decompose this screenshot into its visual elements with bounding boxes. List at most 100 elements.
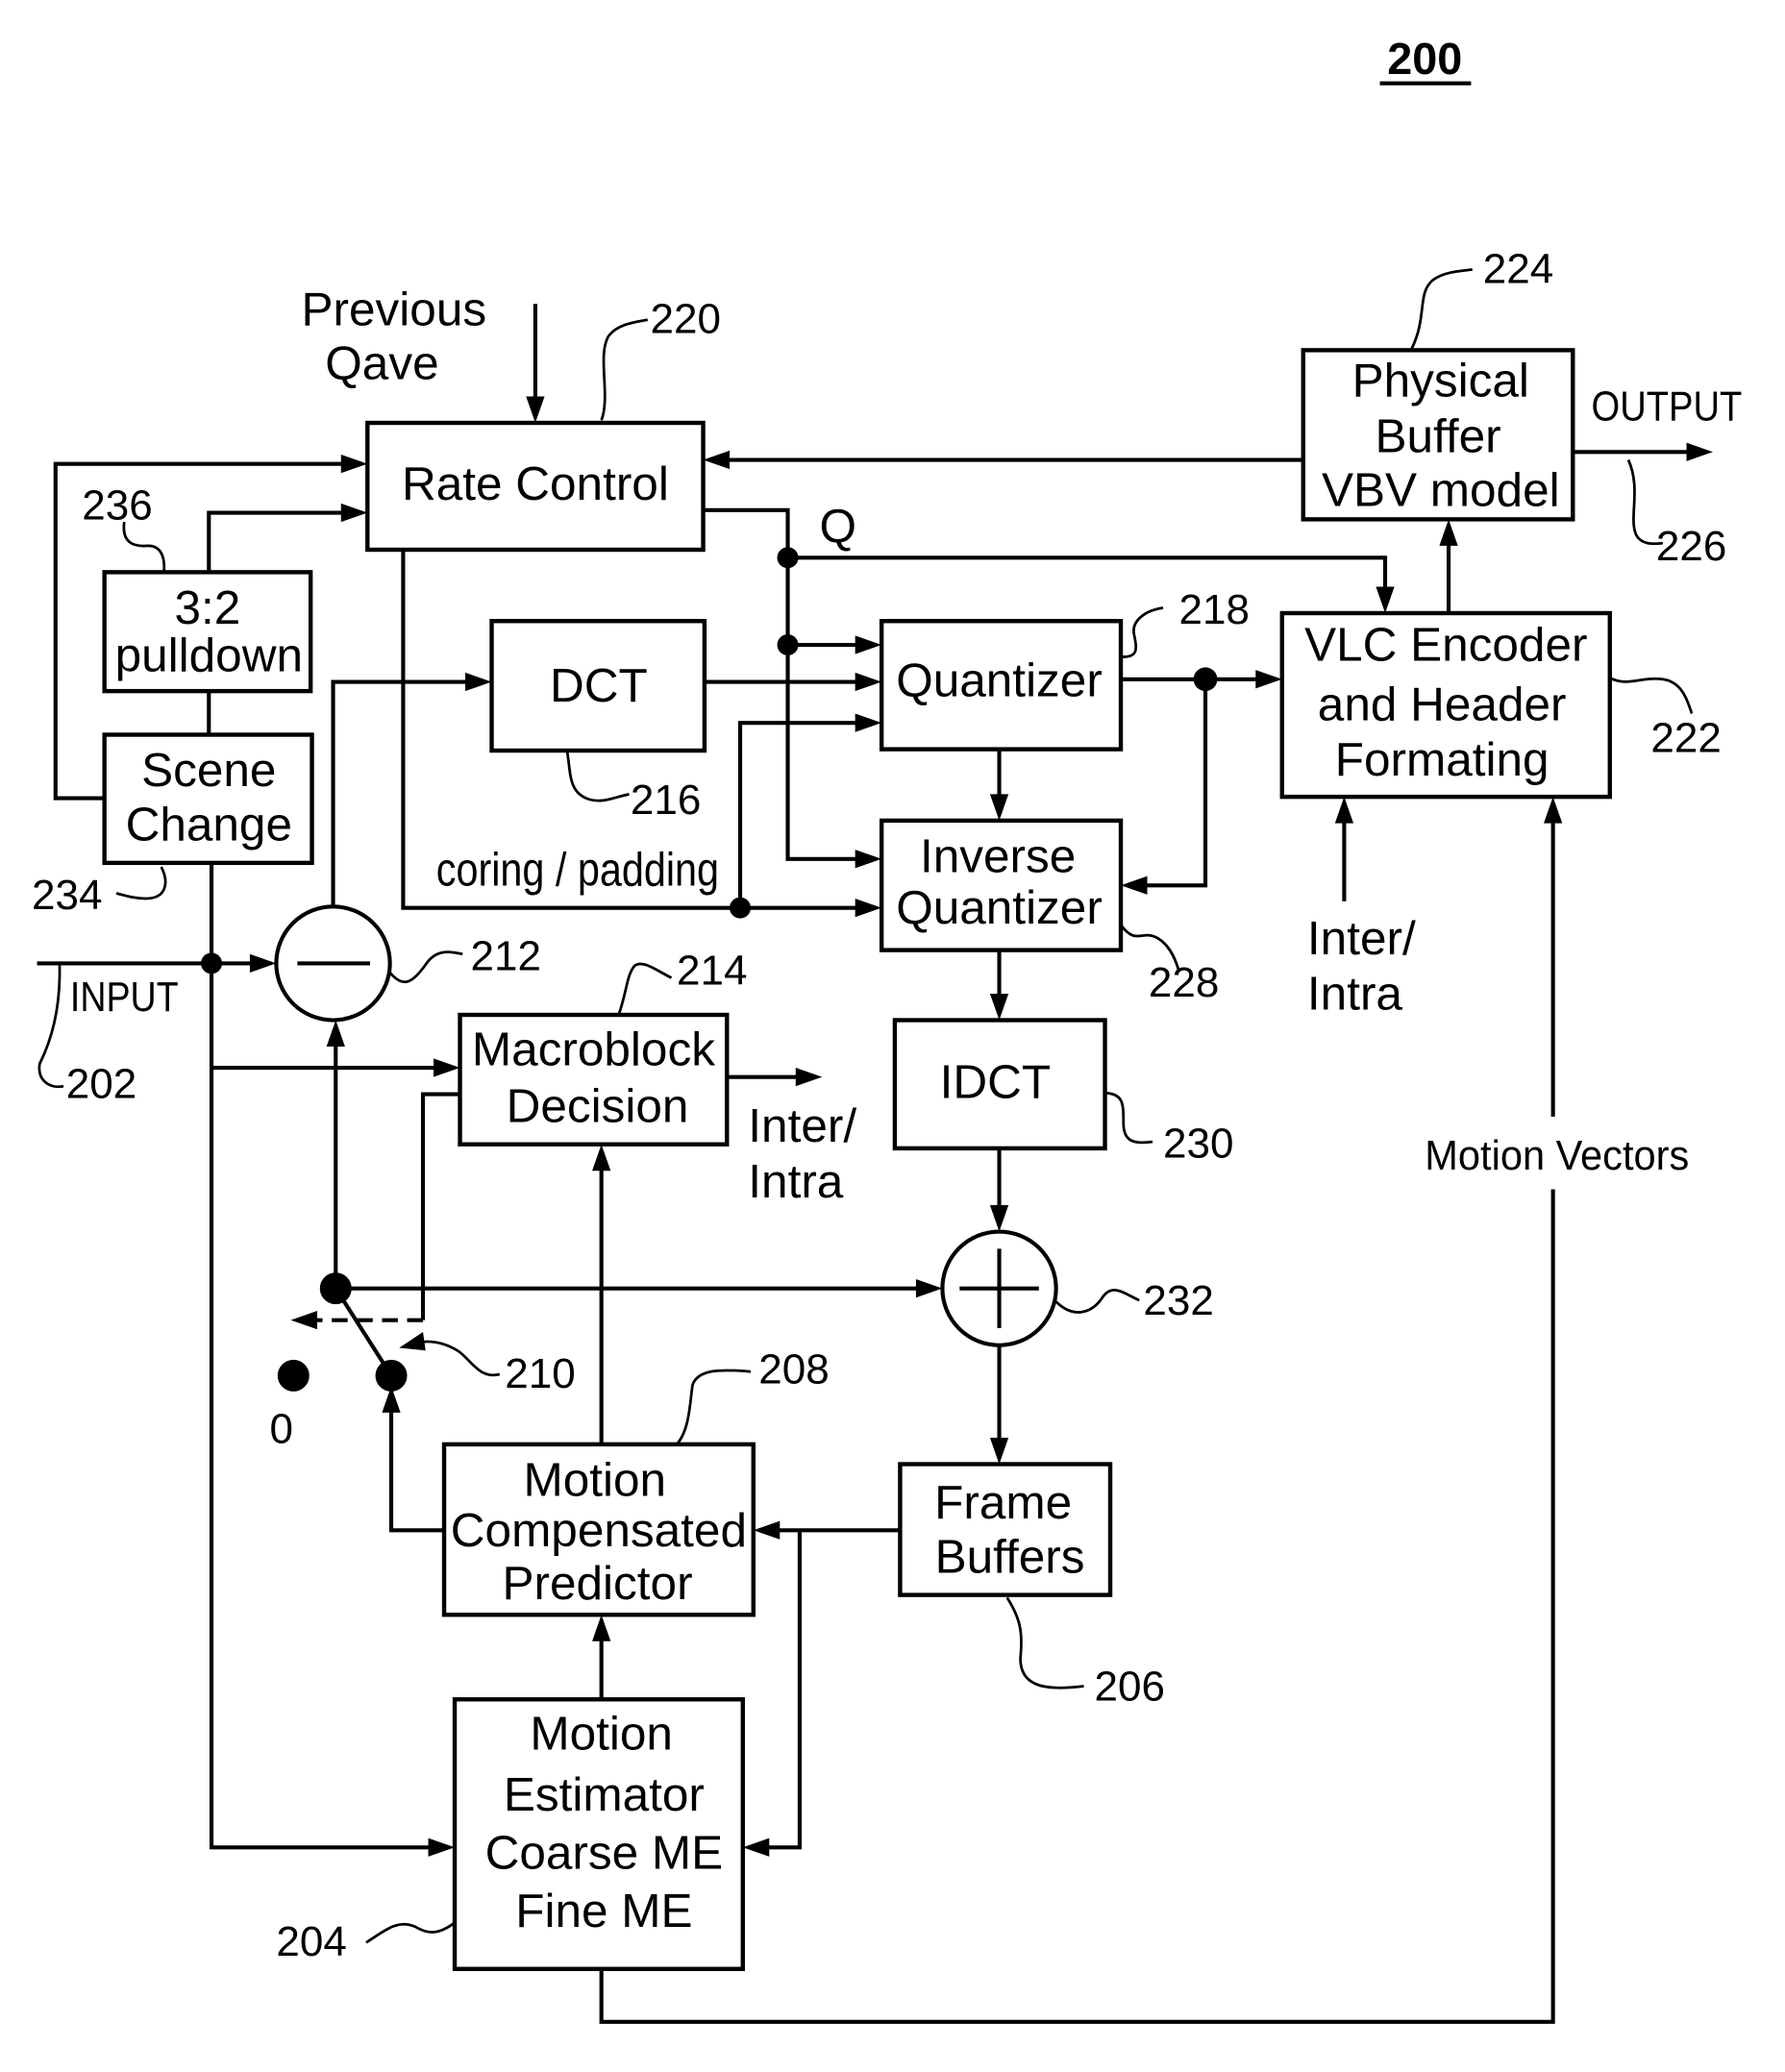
encoder-block-diagram: 200 Rate Control Physical Buffer VBV mod… xyxy=(32,34,1742,2024)
ref-220: 220 xyxy=(651,296,721,343)
mcp-to-switch-line xyxy=(388,1400,445,1533)
leader-222 xyxy=(1609,677,1694,714)
leader-202 xyxy=(37,963,64,1089)
frame-buffers-label-line1: Frame xyxy=(934,1476,1072,1529)
leader-212 xyxy=(388,950,463,984)
ref-206: 206 xyxy=(1095,1664,1165,1711)
pulldown-block: 3:2 pulldown xyxy=(102,570,313,694)
physical-buffer-label-line2: Buffer xyxy=(1375,409,1500,462)
leader-236 xyxy=(122,521,166,573)
arrowhead xyxy=(1439,519,1458,546)
q-label: Q xyxy=(820,500,857,553)
arrowhead xyxy=(855,672,882,692)
vlc-encoder-label-line2: and Header xyxy=(1318,678,1567,730)
junction-dot xyxy=(777,634,799,655)
junction-dot xyxy=(1193,667,1218,692)
dct-label: DCT xyxy=(550,659,648,712)
arrowhead xyxy=(855,635,882,654)
physical-buffer-block: Physical Buffer VBV model xyxy=(1301,348,1575,522)
ref-230: 230 xyxy=(1163,1121,1233,1168)
q-to-vlc-line xyxy=(787,555,1388,595)
arrowhead xyxy=(989,794,1009,821)
ref-208: 208 xyxy=(758,1346,829,1394)
arrowhead xyxy=(340,455,368,474)
vlc-inter-intra-label-line1: Inter/ xyxy=(1307,912,1416,965)
arrowhead xyxy=(290,1311,318,1330)
inverse-quantizer-label-line1: Inverse xyxy=(920,830,1076,883)
switch-pivot-dot xyxy=(319,1272,352,1305)
ref-210: 210 xyxy=(505,1350,575,1397)
motion-compensated-predictor-block: Motion Compensated Predictor xyxy=(441,1442,756,1617)
arrowhead xyxy=(1334,797,1354,824)
adder xyxy=(940,1229,1058,1347)
macroblock-decision-label-line1: Macroblock xyxy=(472,1023,715,1075)
leader-224 xyxy=(1410,268,1473,350)
arrowhead xyxy=(1686,442,1714,461)
arrowhead xyxy=(465,672,492,692)
leader-218 xyxy=(1120,606,1164,658)
ref-204: 204 xyxy=(276,1918,346,1965)
pulldown-label-line2: pulldown xyxy=(115,629,303,682)
figure-number: 200 xyxy=(1387,34,1462,84)
arrowhead xyxy=(249,953,277,973)
mb-inter-intra-label-line1: Inter/ xyxy=(748,1099,856,1152)
mcp-label-line2: Compensated xyxy=(451,1504,747,1557)
ref-202: 202 xyxy=(66,1061,136,1108)
vlc-inter-intra-label-line2: Intra xyxy=(1307,968,1403,1021)
subtractor xyxy=(274,904,392,1023)
arrowhead xyxy=(703,450,731,470)
leader-234 xyxy=(115,866,167,900)
leader-208 xyxy=(675,1369,752,1445)
mb-inter-intra-label-line2: Intra xyxy=(748,1155,844,1208)
arrowhead xyxy=(855,850,882,869)
quantizer-block: Quantizer xyxy=(879,619,1124,752)
arrowhead xyxy=(592,1144,611,1172)
mb-control-line xyxy=(420,1092,460,1320)
ref-234: 234 xyxy=(32,872,102,919)
leader-220 xyxy=(600,318,649,421)
ref-226: 226 xyxy=(1656,523,1726,570)
leader-206 xyxy=(1005,1596,1084,1690)
arrowhead xyxy=(1255,670,1282,689)
arrowhead xyxy=(989,1438,1009,1465)
arrowhead xyxy=(326,1020,345,1047)
ref-212: 212 xyxy=(471,932,541,979)
input-to-me-line xyxy=(209,963,434,1850)
scene-change-block: Scene Change xyxy=(102,732,314,866)
ref-224: 224 xyxy=(1483,245,1553,292)
coring-to-quantizer-line xyxy=(737,721,862,908)
ref-214: 214 xyxy=(677,947,747,994)
arrowhead xyxy=(434,1058,460,1077)
previous-qave-label-line1: Previous xyxy=(302,283,487,335)
inverse-quantizer-block: Inverse Quantizer xyxy=(879,818,1124,952)
me-label-line1: Motion xyxy=(530,1708,673,1761)
arrowhead xyxy=(592,1615,611,1641)
vlc-encoder-label-line1: VLC Encoder xyxy=(1304,619,1587,672)
idct-block: IDCT xyxy=(892,1018,1107,1151)
arrowhead xyxy=(915,1279,943,1298)
arrowhead xyxy=(742,1838,770,1857)
quantizer-label: Quantizer xyxy=(896,654,1103,707)
arrowhead xyxy=(399,1332,426,1351)
arrowhead xyxy=(989,1205,1009,1232)
mcp-label-line1: Motion xyxy=(523,1454,666,1507)
arrowhead xyxy=(340,503,368,523)
ref-216: 216 xyxy=(631,777,701,824)
frame-buffers-label-line2: Buffers xyxy=(935,1530,1085,1583)
mcp-label-line3: Predictor xyxy=(502,1557,692,1610)
ref-222: 222 xyxy=(1650,714,1721,761)
vlc-encoder-block: VLC Encoder and Header Formating xyxy=(1279,610,1612,800)
arrowhead xyxy=(855,899,882,918)
arrowhead xyxy=(1376,586,1395,613)
physical-buffer-label-line1: Physical xyxy=(1352,355,1529,407)
macroblock-decision-block: Macroblock Decision xyxy=(458,1012,730,1147)
switch-zero-contact xyxy=(277,1359,310,1392)
leader-232 xyxy=(1054,1289,1140,1314)
leader-216 xyxy=(565,750,630,802)
rate-control-block: Rate Control xyxy=(365,420,706,553)
motion-vectors-label: Motion Vectors xyxy=(1425,1132,1689,1179)
fb-to-me-line xyxy=(763,1530,802,1850)
physical-buffer-label-line3: VBV model xyxy=(1322,464,1560,517)
leader-210 xyxy=(417,1340,501,1377)
pulldown-to-rate-line xyxy=(207,510,347,573)
